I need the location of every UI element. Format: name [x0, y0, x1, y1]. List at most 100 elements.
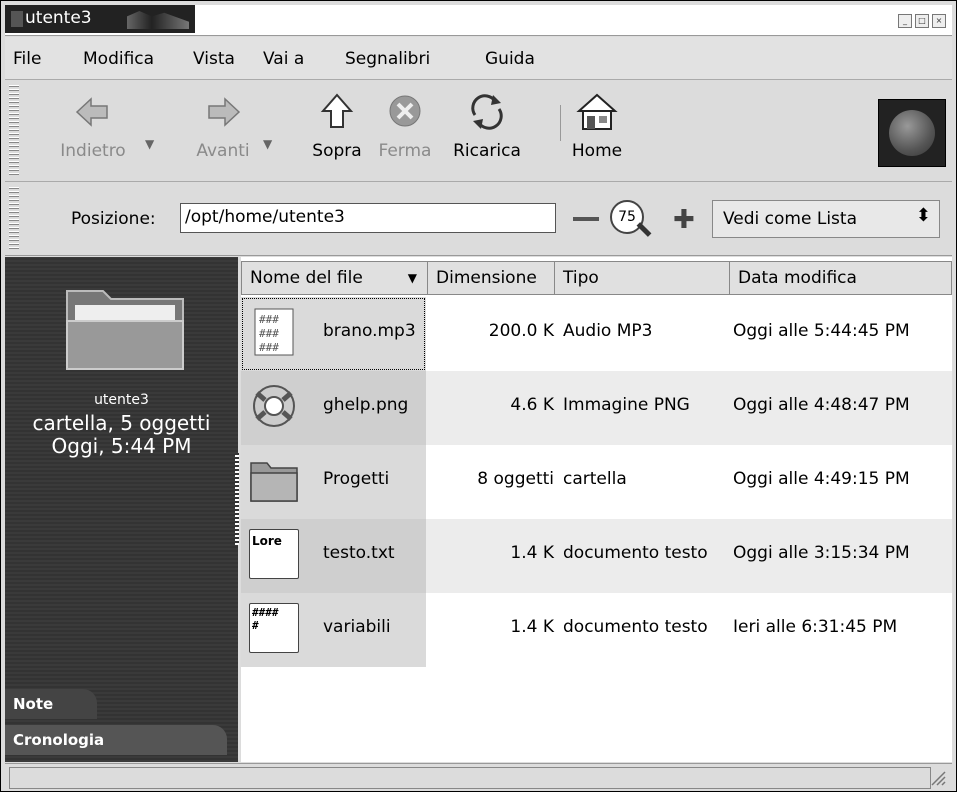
file-manager-window: utente3 _ □ × File Modifica Vista Vai a …	[0, 0, 957, 792]
up-label: Sopra	[312, 141, 362, 161]
home-button[interactable]: Home	[567, 89, 627, 161]
back-label: Indietro	[60, 141, 126, 161]
menu-vista[interactable]: Vista	[193, 49, 235, 69]
resize-grip-icon[interactable]	[928, 768, 946, 786]
maximize-button[interactable]: □	[915, 14, 929, 28]
menu-modifica[interactable]: Modifica	[83, 49, 154, 69]
file-date: Ieri alle 6:31:45 PM	[733, 617, 898, 637]
minimize-button[interactable]: _	[898, 14, 912, 28]
forward-label: Avanti	[196, 141, 250, 161]
forward-arrow-icon	[208, 97, 241, 127]
file-row[interactable]: ghelp.png 4.6 K Immagine PNG Oggi alle 4…	[241, 371, 952, 445]
file-date: Oggi alle 4:48:47 PM	[733, 395, 910, 415]
file-type: documento testo	[563, 543, 708, 563]
text-file-icon: Lore	[249, 529, 299, 579]
reload-icon	[471, 94, 503, 130]
location-label: Posizione:	[71, 209, 156, 229]
menu-file[interactable]: File	[13, 49, 41, 69]
updown-chevron-icon: ⬍	[915, 205, 931, 226]
file-type: cartella	[563, 469, 627, 489]
column-header-date[interactable]: Data modifica	[729, 261, 952, 295]
title-bar[interactable]: utente3 _ □ ×	[5, 5, 952, 36]
view-as-value: Vedi come Lista	[723, 209, 857, 229]
folder-icon	[250, 462, 298, 502]
lifebuoy-icon	[253, 385, 295, 427]
title-tab[interactable]: utente3	[5, 5, 195, 33]
file-date: Oggi alle 5:44:45 PM	[733, 321, 910, 341]
file-type: Immagine PNG	[563, 395, 690, 415]
file-name: brano.mp3	[323, 321, 416, 341]
up-button[interactable]: Sopra	[305, 89, 369, 161]
sidebar-tab-cronologia[interactable]: Cronologia	[5, 725, 227, 755]
sidebar-tab-note[interactable]: Note	[5, 689, 97, 719]
magnifier-icon	[636, 222, 652, 237]
file-date: Oggi alle 4:49:15 PM	[733, 469, 910, 489]
file-name: variabili	[323, 617, 391, 637]
file-list: Nome del file ▼ Dimensione Tipo Data mod…	[241, 257, 952, 762]
reload-label: Ricarica	[453, 141, 521, 161]
file-row[interactable]: #### # variabili 1.4 K documento testo I…	[241, 593, 952, 667]
title-decoration	[127, 11, 189, 29]
svg-text:###: ###	[259, 341, 279, 354]
pane-resize-handle[interactable]	[235, 453, 239, 545]
menu-bar: File Modifica Vista Vai a Segnalibri Gui…	[5, 37, 952, 80]
sidebar: utente3 cartella, 5 oggetti Oggi, 5:44 P…	[5, 257, 238, 762]
column-name-label: Nome del file	[250, 268, 363, 288]
home-label: Home	[571, 141, 623, 161]
stop-button[interactable]: Ferma	[373, 89, 437, 161]
audio-file-icon: ### ### ###	[254, 308, 294, 356]
window-title: utente3	[25, 8, 92, 28]
sidebar-folder-name: utente3	[94, 392, 149, 408]
toolbar: Indietro ▼ Avanti ▼ Sopra Ferma Ricarica…	[5, 81, 952, 182]
forward-button[interactable]: Avanti	[183, 89, 263, 161]
file-size: 200.0 K	[488, 321, 554, 341]
file-row[interactable]: ### ### ### brano.mp3 200.0 K Audio MP3 …	[241, 297, 952, 371]
menu-segnalibri[interactable]: Segnalibri	[345, 49, 430, 69]
menu-vai-a[interactable]: Vai a	[263, 49, 304, 69]
status-text	[9, 767, 931, 789]
stop-icon	[389, 95, 421, 127]
menu-guida[interactable]: Guida	[485, 49, 535, 69]
toolbar-separator	[560, 105, 561, 141]
file-preview: #### #	[252, 606, 279, 632]
reload-button[interactable]: Ricarica	[441, 89, 533, 161]
status-bar	[5, 763, 952, 790]
file-type: Audio MP3	[563, 321, 653, 341]
text-file-icon: #### #	[249, 603, 299, 653]
back-arrow-icon	[75, 97, 108, 127]
home-icon	[576, 93, 618, 130]
location-input[interactable]: /opt/home/utente3	[180, 203, 556, 233]
folder-large-icon	[66, 290, 184, 370]
column-header-name[interactable]: Nome del file ▼	[241, 261, 428, 295]
sidebar-folder-info: cartella, 5 oggetti	[32, 411, 211, 435]
column-header-type[interactable]: Tipo	[554, 261, 730, 295]
close-button[interactable]: ×	[932, 14, 946, 28]
file-name: ghelp.png	[323, 395, 409, 415]
back-history-chevron-icon[interactable]: ▼	[145, 137, 154, 151]
forward-history-chevron-icon[interactable]: ▼	[263, 137, 272, 151]
location-grip[interactable]	[9, 187, 19, 251]
file-size: 1.4 K	[510, 617, 554, 637]
svg-text:###: ###	[259, 313, 279, 326]
zoom-in-icon[interactable]: ✚	[673, 205, 695, 235]
file-date: Oggi alle 3:15:34 PM	[733, 543, 910, 563]
file-size: 1.4 K	[510, 543, 554, 563]
file-preview: Lore	[252, 534, 282, 548]
back-button[interactable]: Indietro	[53, 89, 133, 161]
sort-chevron-down-icon: ▼	[407, 271, 417, 285]
file-size: 4.6 K	[510, 395, 554, 415]
location-bar: Posizione: /opt/home/utente3 75 ✚ Vedi c…	[5, 183, 952, 256]
file-row[interactable]: Progetti 8 oggetti cartella Oggi alle 4:…	[241, 445, 952, 519]
file-type: documento testo	[563, 617, 708, 637]
zoom-out-icon[interactable]	[573, 217, 599, 221]
view-as-select[interactable]: Vedi come Lista ⬍	[712, 200, 940, 238]
stop-label: Ferma	[378, 141, 432, 161]
file-size: 8 oggetti	[477, 469, 554, 489]
up-arrow-icon	[320, 93, 354, 128]
toolbar-grip[interactable]	[9, 85, 19, 177]
file-name: testo.txt	[323, 543, 395, 563]
column-header-size[interactable]: Dimensione	[427, 261, 555, 295]
file-row[interactable]: Lore testo.txt 1.4 K documento testo Ogg…	[241, 519, 952, 593]
activity-throbber-icon	[878, 99, 946, 167]
window-menu-icon[interactable]	[11, 11, 23, 27]
